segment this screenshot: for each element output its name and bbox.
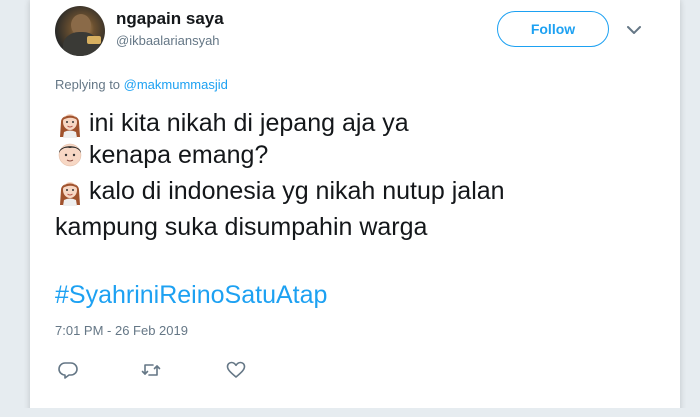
tweet-timestamp[interactable]: 7:01 PM - 26 Feb 2019 (55, 323, 188, 338)
tweet-line-1: ini kita nikah di jepang aja ya (55, 108, 409, 138)
author-name[interactable]: ngapain saya (116, 9, 224, 29)
man-emoji-icon (55, 140, 89, 170)
author-avatar[interactable] (55, 6, 105, 56)
like-icon[interactable] (226, 361, 246, 379)
tweet-line-3: kalo di indonesia yg nikah nutup jalan (55, 176, 505, 206)
hashtag-link[interactable]: #SyahriniReinoSatuAtap (55, 280, 327, 310)
tweet-line-2: kenapa emang? (55, 140, 268, 170)
tweet-line-4: kampung suka disumpahin warga (55, 212, 427, 242)
tweet-line-text: kampung suka disumpahin warga (55, 213, 428, 241)
woman-emoji-icon (55, 176, 89, 206)
tweet-card (30, 0, 680, 417)
retweet-icon[interactable] (141, 361, 161, 379)
reply-icon[interactable] (58, 361, 78, 379)
replying-to-line: Replying to @makmummasjid (55, 77, 228, 92)
author-handle[interactable]: @ikbaalariansyah (116, 33, 220, 48)
tweet-line-text: ini kita nikah di jepang aja ya (89, 109, 409, 137)
page-bottom-bar (0, 408, 700, 417)
follow-button[interactable]: Follow (497, 11, 609, 47)
chevron-down-icon[interactable] (626, 24, 642, 36)
replying-to-mention[interactable]: @makmummasjid (124, 77, 228, 92)
woman-emoji-icon (55, 108, 89, 138)
tweet-line-text: kenapa emang? (89, 141, 269, 169)
tweet-line-text: kalo di indonesia yg nikah nutup jalan (89, 177, 505, 205)
replying-prefix: Replying to (55, 77, 124, 92)
